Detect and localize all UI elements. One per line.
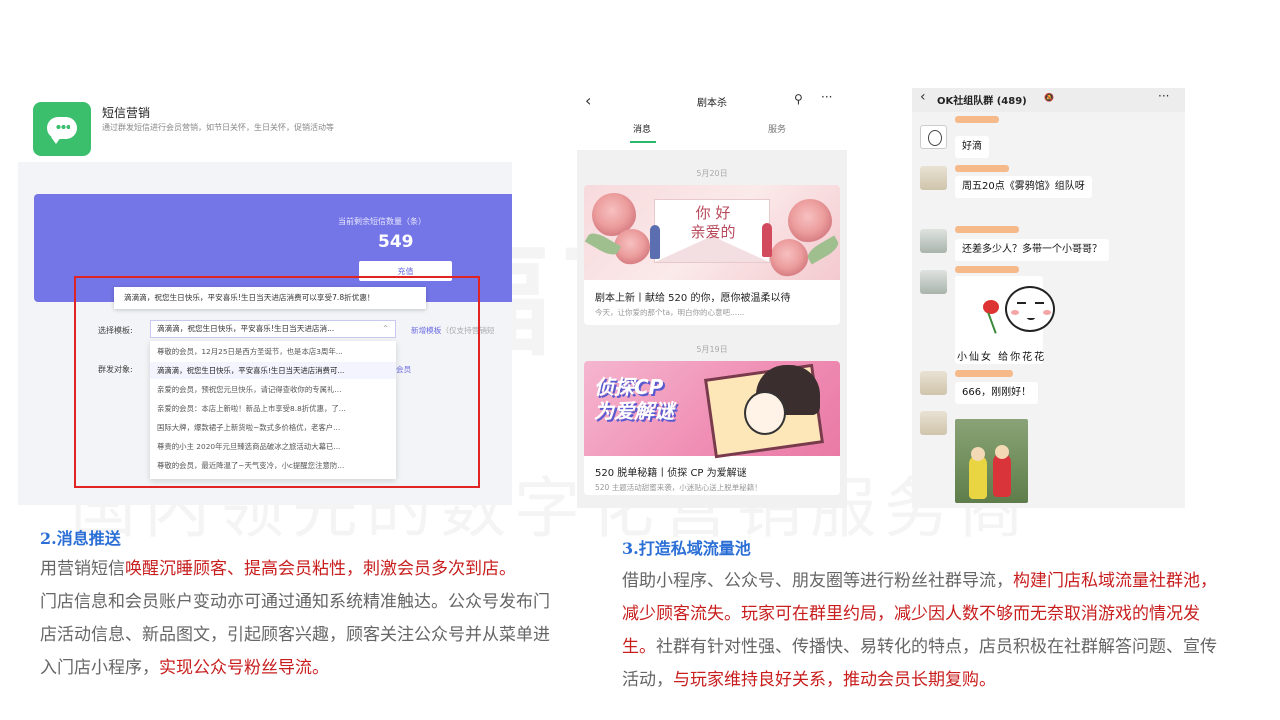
balance-label: 当前剩余短信数量（条） [338, 217, 426, 226]
sender-name [955, 370, 1013, 377]
section-2-body: 用营销短信唤醒沉睡顾客、提高会员粘性，刺激会员多次到店。 门店信息和会员账户变动… [40, 553, 560, 685]
article-title: 剧本上新丨献给 520 的你，愿你被温柔以待 [595, 293, 791, 304]
sender-name [955, 226, 1019, 233]
tab-services[interactable]: 服务 [768, 122, 786, 135]
avatar[interactable] [920, 166, 947, 190]
sticker-face [1005, 286, 1055, 332]
article-banner-image: 侦探CP 为爱解谜 [584, 361, 840, 459]
chat-message: 666，刚刚好！ [955, 382, 1039, 404]
article-title: 520 脱单秘籍丨侦探 CP 为爱解谜 [595, 468, 747, 479]
section-2-paragraph-2: 门店信息和会员账户变动亦可通过通知系统精准触达。公众号发布门店活动信息、新品图文… [40, 592, 550, 678]
envelope-graphic: 你 好亲爱的 [654, 199, 770, 263]
character-face [744, 391, 786, 435]
rose-icon [983, 300, 999, 314]
official-account-title: 剧本杀 [697, 98, 727, 109]
article-card[interactable]: 侦探CP 为爱解谜 520 脱单秘籍丨侦探 CP 为爱解谜 520 主题活动甜蜜来… [584, 361, 840, 495]
highlight-box [74, 276, 480, 488]
avatar[interactable] [920, 411, 947, 435]
sms-header: 短信营销 通过群发短信进行会员营销，如节日关怀，生日关怀，促销活动等 [18, 90, 512, 162]
figure-boy [650, 225, 660, 259]
article-summary: 520 主题活动甜蜜来袭，小迷贴心送上脱单秘籍！ [595, 483, 762, 492]
banner-text-2: 为爱解谜 [594, 399, 674, 423]
photo-message[interactable] [955, 419, 1028, 503]
section-2-highlight-1: 唤醒沉睡顾客、提高会员粘性，刺激会员多次到店。 [125, 559, 516, 579]
section-2-paragraph-1: 用营销短信唤醒沉睡顾客、提高会员粘性，刺激会员多次到店。 [40, 559, 516, 579]
section-2-highlight-2: 实现公众号粉丝导流。 [159, 658, 329, 678]
active-tab-indicator [630, 141, 656, 143]
article-banner-image: 你 好亲爱的 [584, 185, 840, 280]
section-2-title: 2.消息推送 [40, 529, 121, 548]
article-summary: 今天，让你爱的那个ta，明白你的心意吧...... [595, 308, 745, 317]
more-icon[interactable]: ··· [1158, 89, 1169, 103]
section-3-highlight-2: 与玩家维持良好关系，推动会员长期复购。 [673, 670, 996, 690]
avatar[interactable] [920, 229, 947, 253]
back-icon[interactable]: ‹ [920, 89, 926, 105]
section-3-body: 借助小程序、公众号、朋友圈等进行粉丝社群导流，构建门店私域流量社群池，减少顾客流… [622, 571, 1217, 690]
tab-messages[interactable]: 消息 [633, 122, 651, 135]
more-icon[interactable]: ··· [821, 90, 832, 104]
group-chat-title: OK社组队群 (489) [937, 96, 1027, 107]
article-card[interactable]: 你 好亲爱的 剧本上新丨献给 520 的你，愿你被温柔以待 今天，让你爱的那个t… [584, 185, 840, 325]
group-chat-panel: ‹ OK社组队群 (489) 🔕 ··· 好滴 周五20点《雾鸦馆》组队呀 还差… [912, 88, 1185, 508]
post-date: 5月20日 [696, 169, 728, 178]
sender-name [955, 165, 1009, 172]
sticker-message: 小仙女 给你花花 [955, 276, 1055, 364]
avatar[interactable] [920, 270, 947, 294]
official-account-nav: ‹ 剧本杀 ⚲ ··· 消息 服务 [577, 88, 847, 150]
chat-bubble-icon [47, 117, 77, 144]
group-chat-nav: ‹ OK社组队群 (489) 🔕 ··· [912, 88, 1185, 112]
banner-text-1: 侦探CP [594, 375, 664, 399]
sms-description: 通过群发短信进行会员营销，如节日关怀，生日关怀，促销活动等 [102, 123, 334, 132]
banner-text-1: 你 好 [695, 204, 731, 222]
chat-message: 周五20点《雾鸦馆》组队呀 [955, 176, 1092, 198]
sms-title: 短信营销 [102, 106, 151, 120]
sticker-caption: 小仙女 给你花花 [957, 352, 1047, 363]
mute-bell-icon: 🔕 [1044, 93, 1054, 102]
search-icon[interactable]: ⚲ [794, 92, 803, 106]
section-3-title: 3.打造私域流量池 [622, 539, 751, 558]
official-account-panel: ‹ 剧本杀 ⚲ ··· 消息 服务 5月20日 你 好亲爱的 剧本上新丨献给 5… [577, 88, 847, 508]
figure-red [993, 453, 1011, 497]
figure-yellow [969, 455, 987, 499]
sms-app-icon [33, 102, 91, 156]
balance-value: 549 [378, 232, 414, 252]
avatar[interactable] [920, 125, 947, 149]
banner-text-2: 亲爱的 [690, 223, 736, 241]
figure-girl [762, 223, 772, 257]
sender-name [955, 116, 999, 123]
post-date: 5月19日 [696, 345, 728, 354]
chat-message: 好滴 [955, 136, 989, 158]
avatar[interactable] [920, 371, 947, 395]
sender-name [955, 266, 1019, 273]
chat-message: 还差多少人？多带一个小哥哥？ [955, 239, 1109, 261]
